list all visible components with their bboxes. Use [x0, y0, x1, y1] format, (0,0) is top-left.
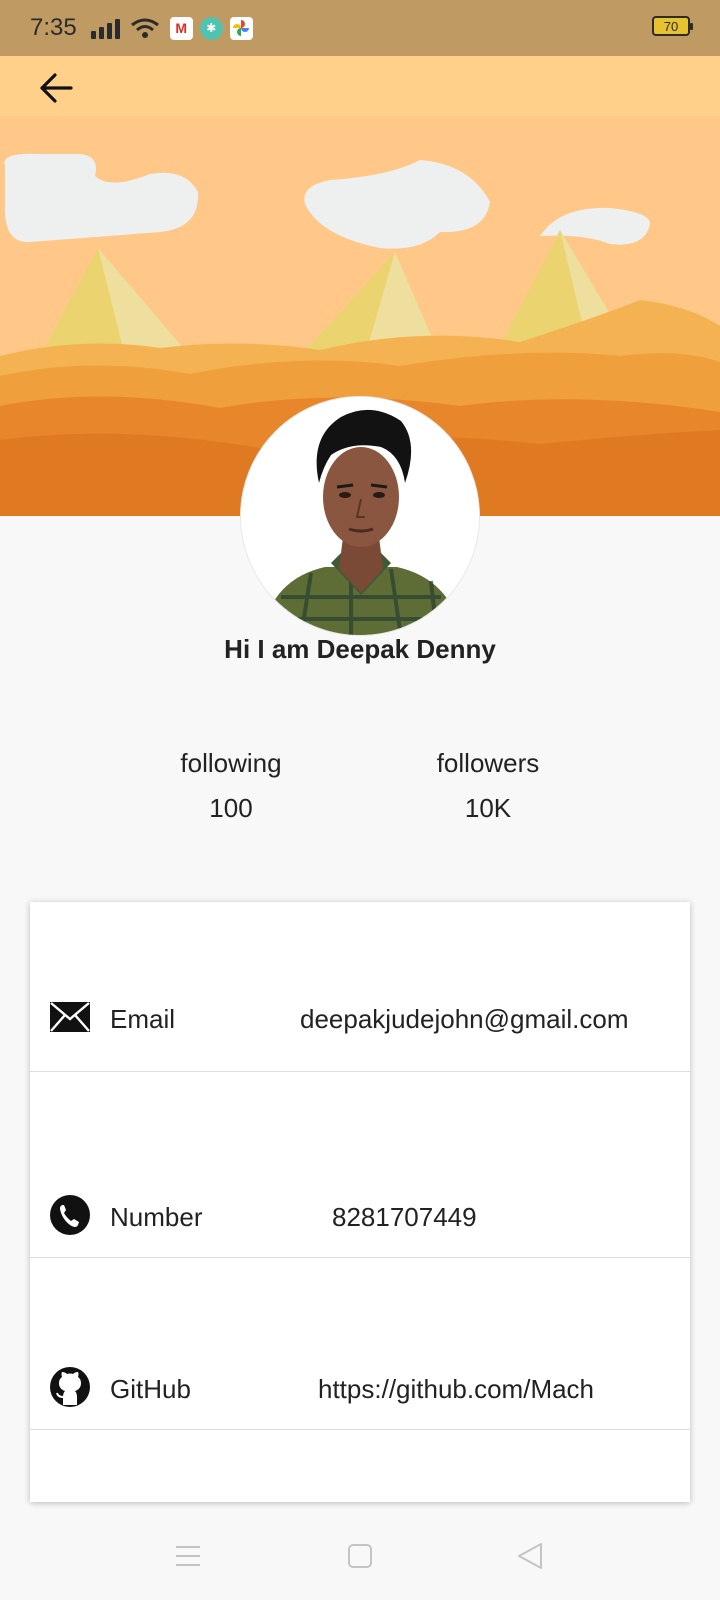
back-nav-button[interactable] [512, 1538, 548, 1574]
app-bar [0, 56, 720, 118]
system-nav-bar [0, 1512, 720, 1600]
following-count: 100 [209, 793, 253, 823]
home-nav-button[interactable] [342, 1538, 378, 1574]
menu-icon [176, 1546, 200, 1566]
back-button[interactable] [30, 66, 82, 110]
number-value: 8281707449 [332, 1202, 477, 1232]
following-label: following [180, 748, 282, 778]
github-value: https://github.com/Mach [318, 1374, 595, 1404]
wifi-icon [130, 18, 159, 38]
github-label: GitHub [110, 1374, 191, 1404]
battery-level: 70 [663, 18, 679, 34]
github-icon [49, 1366, 91, 1408]
app-icon: ✱ [199, 16, 223, 40]
email-label: Email [110, 1004, 176, 1034]
triangle-back-icon [518, 1543, 542, 1569]
menu-nav-button[interactable] [170, 1538, 206, 1574]
status-time: 7:35 [30, 14, 77, 41]
envelope-icon [49, 996, 91, 1038]
profile-name: Hi I am Deepak Denny [224, 634, 496, 664]
email-row[interactable]: Email deepakjudejohn@gmail.com [30, 902, 690, 1072]
following-stat[interactable]: following 100 [131, 748, 331, 824]
email-value: deepakjudejohn@gmail.com [300, 1004, 629, 1034]
arrow-left-icon [40, 73, 73, 103]
followers-count: 10K [464, 793, 512, 823]
avatar [240, 396, 480, 636]
number-row[interactable]: Number 8281707449 [30, 1072, 690, 1258]
battery-icon: 70 [652, 16, 693, 36]
number-label: Number [110, 1202, 203, 1232]
followers-label: followers [436, 748, 540, 778]
status-bar: 7:35 M ✱ 70 [0, 0, 720, 56]
photos-icon [229, 16, 253, 40]
phone-icon [49, 1194, 91, 1236]
square-icon [348, 1544, 372, 1568]
followers-stat[interactable]: followers 10K [388, 748, 588, 824]
gmail-icon: M [169, 16, 193, 40]
github-row[interactable]: GitHub https://github.com/Mach [30, 1258, 690, 1430]
contact-card: Email deepakjudejohn@gmail.com Number 82… [30, 902, 690, 1502]
signal-icon [90, 17, 120, 39]
